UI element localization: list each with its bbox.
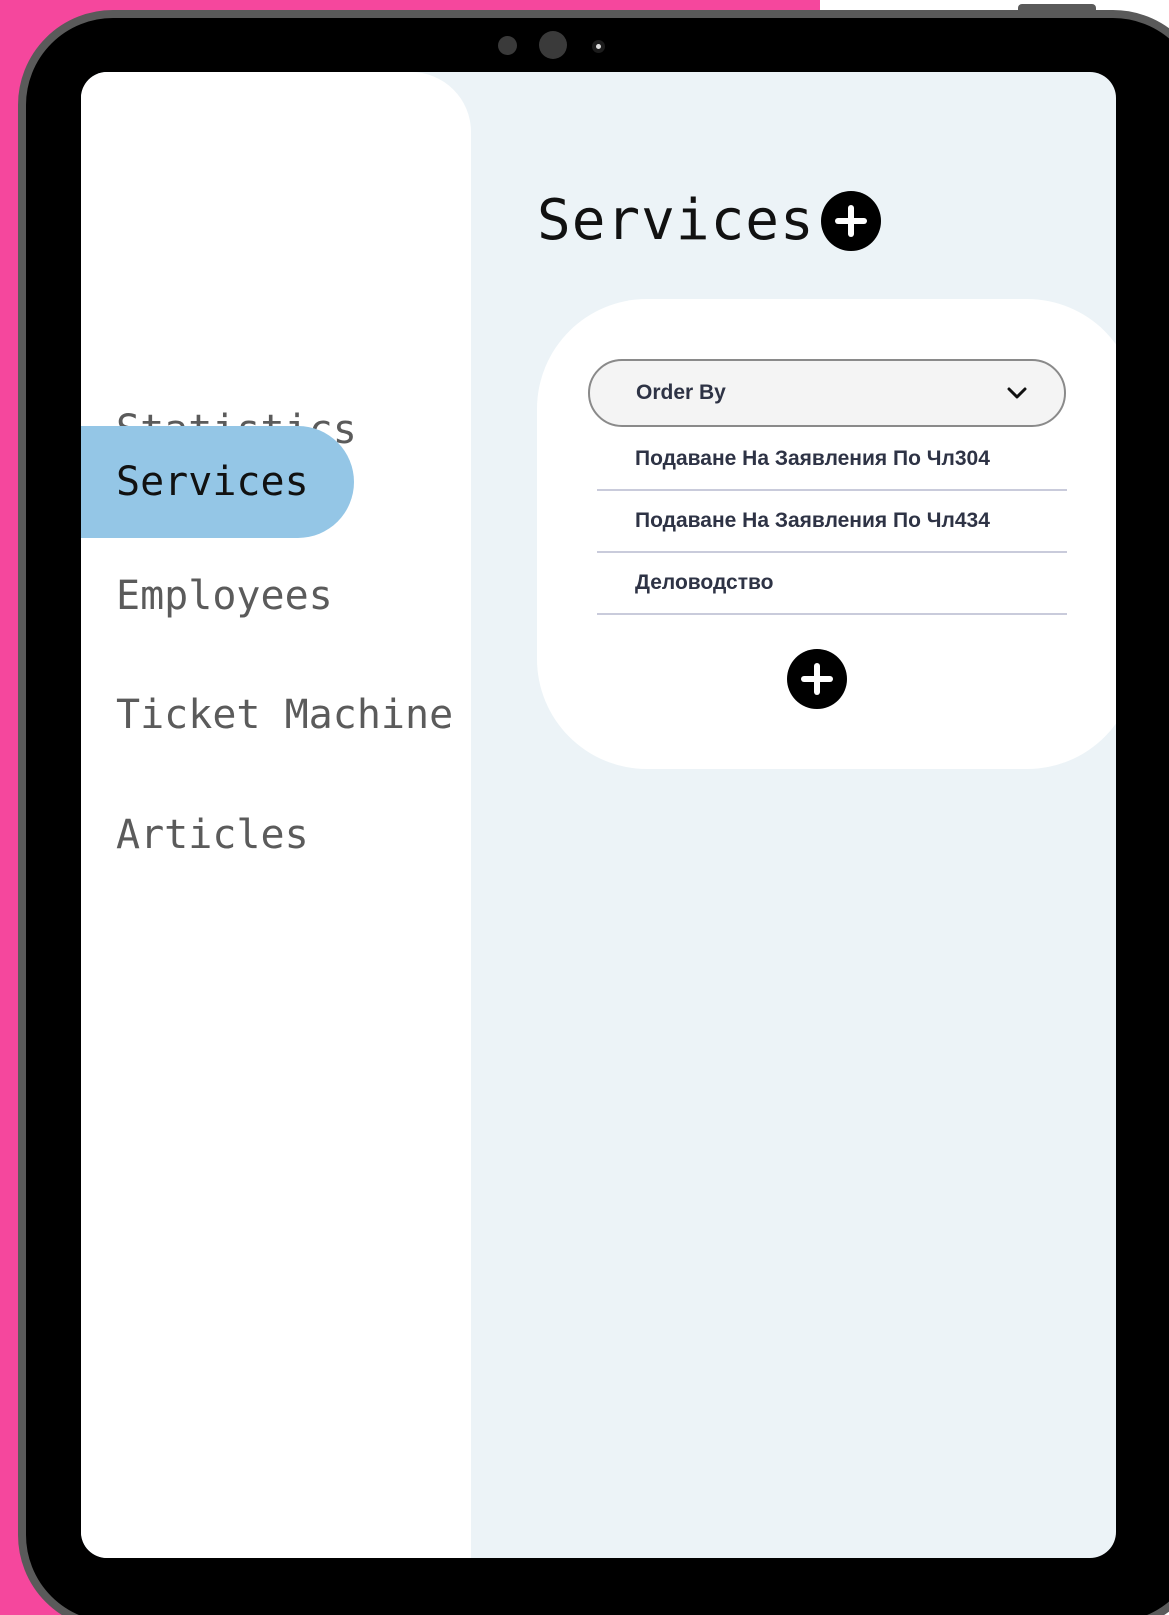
page-header: Services	[537, 188, 881, 253]
plus-circle-icon[interactable]	[820, 190, 881, 251]
camera-lens-icon	[592, 40, 605, 53]
sidebar-item-articles[interactable]: Articles	[81, 779, 309, 891]
add-service-button[interactable]	[787, 649, 847, 709]
sidebar-item-employees[interactable]: Employees	[81, 540, 333, 652]
app-screen: Statistics Services Employees Ticket Mac…	[81, 72, 1116, 1558]
sidebar-item-ticket-machine[interactable]: Ticket Machine	[81, 659, 453, 771]
service-name: Подаване На Заявления По Чл434	[635, 509, 990, 532]
sensor-icon	[498, 36, 517, 55]
chevron-down-icon	[1007, 387, 1027, 399]
sidebar: Statistics Services Employees Ticket Mac…	[81, 72, 471, 1558]
service-list-item[interactable]: Подаване На Заявления По Чл304	[597, 429, 1067, 491]
service-name: Подаване На Заявления По Чл304	[635, 447, 990, 470]
sidebar-item-label: Articles	[116, 812, 309, 858]
order-by-select[interactable]: Order By	[588, 359, 1066, 427]
sidebar-item-label: Employees	[116, 573, 333, 619]
camera-icon	[539, 31, 567, 59]
service-list-item[interactable]: Подаване На Заявления По Чл434	[597, 491, 1067, 553]
services-card: Order By Подаване На Заявления По Чл304 …	[537, 299, 1116, 769]
page-title: Services	[537, 188, 815, 253]
order-by-label: Order By	[636, 381, 726, 404]
sidebar-item-label: Ticket Machine	[116, 692, 454, 738]
service-list-item[interactable]: Деловодство	[597, 553, 1067, 615]
device-button	[1018, 4, 1096, 12]
plus-circle-icon	[801, 663, 833, 695]
sidebar-item-label: Services	[116, 459, 309, 505]
service-name: Деловодство	[635, 571, 774, 594]
sidebar-item-services[interactable]: Services	[81, 426, 354, 538]
